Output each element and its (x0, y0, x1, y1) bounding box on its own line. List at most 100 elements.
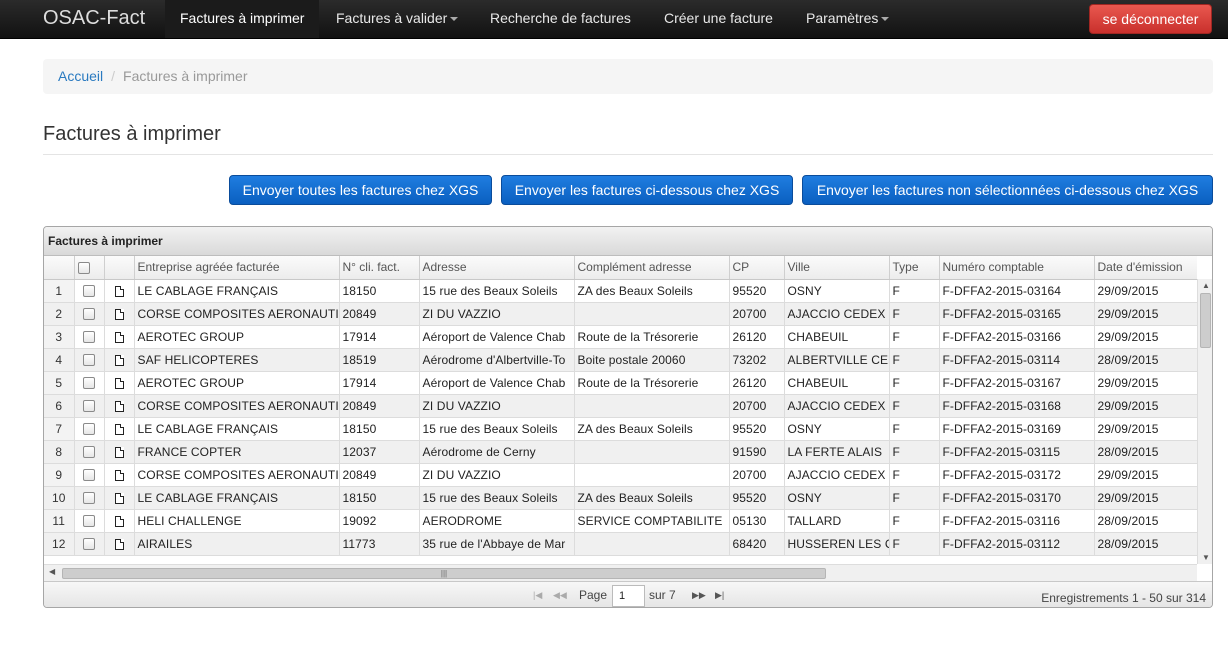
table-row[interactable]: 1 LE CABLAGE FRANÇAIS 18150 15 rue des Beau… (44, 279, 1197, 303)
row-doc-cell (104, 417, 135, 441)
table-row[interactable]: 4 SAF HELICOPTERES 18519 Aérodrome d'Albert… (44, 348, 1197, 372)
row-checkbox[interactable] (83, 308, 95, 321)
nav-creer-une-facture[interactable]: Créer une facture (649, 0, 788, 38)
cell-date: 29/09/2015 (1094, 463, 1197, 487)
document-icon[interactable] (114, 377, 124, 389)
nav-recherche-de-factures[interactable]: Recherche de factures (475, 0, 646, 38)
row-checkbox[interactable] (83, 446, 95, 459)
document-icon[interactable] (114, 492, 124, 504)
logout-button[interactable]: se déconnecter (1089, 4, 1212, 34)
cell-cp: 73202 (729, 348, 785, 372)
table-row[interactable]: 10 LE CABLAGE FRANÇAIS 18150 15 rue des Bea… (44, 486, 1197, 510)
row-checkbox[interactable] (83, 377, 95, 390)
row-checkbox[interactable] (83, 492, 95, 505)
next-page-icon[interactable]: ▶▶ (692, 590, 706, 601)
document-icon[interactable] (114, 331, 124, 343)
table-row[interactable]: 6 CORSE COMPOSITES AERONAUTIQ 20849 ZI DU V… (44, 394, 1197, 418)
cell-numero: F-DFFA2-2015-03114 (939, 348, 1095, 372)
cell-entreprise: LE CABLAGE FRANÇAIS (134, 279, 340, 303)
send-unselected-invoices-button[interactable]: Envoyer les factures non sélectionnées c… (802, 175, 1213, 205)
prev-page-icon[interactable]: ◀◀ (553, 590, 567, 601)
row-number: 2 (44, 302, 75, 326)
header-doc (104, 256, 135, 280)
document-icon[interactable] (114, 515, 124, 527)
column-header[interactable]: Entreprise agréée facturée (134, 256, 340, 280)
invoices-grid: Factures à imprimer Entreprise agréée fa… (43, 226, 1213, 608)
document-icon[interactable] (114, 469, 124, 481)
grid-header-row: Entreprise agréée facturée N° cli. fact.… (44, 256, 1197, 280)
cell-client: 11773 (339, 532, 420, 556)
column-header[interactable]: CP (729, 256, 785, 280)
cell-client: 18519 (339, 348, 420, 372)
column-header[interactable]: Type (889, 256, 940, 280)
scroll-down-icon[interactable]: ▼ (1202, 553, 1210, 562)
column-header[interactable]: Ville (784, 256, 890, 280)
cell-numero: F-DFFA2-2015-03112 (939, 532, 1095, 556)
table-row[interactable]: 11 HELI CHALLENGE 19092 AERODROME SERVICE CO… (44, 509, 1197, 533)
cell-cp: 95520 (729, 279, 785, 303)
send-all-invoices-button[interactable]: Envoyer toutes les factures chez XGS (229, 175, 492, 205)
cell-cp: 20700 (729, 463, 785, 487)
nav-factures-a-imprimer[interactable]: Factures à imprimer (165, 0, 320, 38)
row-doc-cell (104, 325, 135, 349)
cell-date: 29/09/2015 (1094, 417, 1197, 441)
header-rownum (44, 256, 75, 280)
nav-parametres[interactable]: Paramètres (791, 0, 904, 38)
document-icon[interactable] (114, 354, 124, 366)
cell-adresse: 15 rue des Beaux Soleils (419, 486, 575, 510)
row-checkbox[interactable] (83, 538, 95, 551)
scroll-left-icon[interactable]: ◀ (49, 567, 55, 576)
document-icon[interactable] (114, 308, 124, 320)
column-header[interactable]: Complément adresse (574, 256, 730, 280)
table-row[interactable]: 3 AEROTEC GROUP 17914 Aéroport de Valence C… (44, 325, 1197, 349)
vertical-scrollbar[interactable]: ▲ ▼ (1197, 279, 1212, 564)
document-icon[interactable] (114, 423, 124, 435)
document-icon[interactable] (114, 285, 124, 297)
table-row[interactable]: 7 LE CABLAGE FRANÇAIS 18150 15 rue des Beau… (44, 417, 1197, 441)
column-header[interactable]: Date d'émission (1094, 256, 1197, 280)
row-select-cell (74, 279, 105, 303)
row-checkbox[interactable] (83, 515, 95, 528)
cell-adresse: Aéroport de Valence Chab (419, 325, 575, 349)
table-row[interactable]: 8 FRANCE COPTER 12037 Aérodrome de Cerny 915… (44, 440, 1197, 464)
page-label: Page (579, 588, 608, 602)
cell-entreprise: AEROTEC GROUP (134, 371, 340, 395)
row-checkbox[interactable] (83, 400, 95, 413)
nav-factures-a-valider[interactable]: Factures à valider (321, 0, 473, 38)
row-checkbox[interactable] (83, 285, 95, 298)
table-row[interactable]: 5 AEROTEC GROUP 17914 Aéroport de Valence C… (44, 371, 1197, 395)
last-page-icon[interactable]: ▶| (715, 590, 724, 601)
row-checkbox[interactable] (83, 331, 95, 344)
document-icon[interactable] (114, 538, 124, 550)
page-number-input[interactable]: 1 (612, 585, 645, 607)
row-checkbox[interactable] (83, 423, 95, 436)
column-header[interactable]: Numéro comptable (939, 256, 1095, 280)
row-number: 1 (44, 279, 75, 303)
header-select-all (74, 256, 105, 280)
vertical-scroll-thumb[interactable] (1200, 293, 1211, 348)
document-icon[interactable] (114, 446, 124, 458)
brand-logo[interactable]: OSAC-Fact (43, 7, 145, 29)
table-row[interactable]: 12 AIRAILES 11773 35 rue de l'Abbaye de Mar… (44, 532, 1197, 556)
cell-ville: ALBERTVILLE CED (784, 348, 890, 372)
column-header[interactable]: N° cli. fact. (339, 256, 420, 280)
table-row[interactable]: 9 CORSE COMPOSITES AERONAUTIQ 20849 ZI DU V… (44, 463, 1197, 487)
table-row[interactable]: 2 CORSE COMPOSITES AERONAUTIQ 20849 ZI DU V… (44, 302, 1197, 326)
horizontal-scroll-thumb[interactable]: ||| (62, 568, 826, 579)
row-select-cell (74, 440, 105, 464)
send-listed-invoices-button[interactable]: Envoyer les factures ci-dessous chez XGS (501, 175, 793, 205)
breadcrumb-home-link[interactable]: Accueil (58, 68, 103, 84)
nav-parametres-label: Paramètres (806, 10, 879, 26)
grid-caption: Factures à imprimer (44, 227, 1212, 256)
select-all-checkbox[interactable] (77, 262, 90, 275)
cell-numero: F-DFFA2-2015-03172 (939, 463, 1095, 487)
cell-cp: 05130 (729, 509, 785, 533)
row-checkbox[interactable] (83, 469, 95, 482)
cell-date: 28/09/2015 (1094, 440, 1197, 464)
horizontal-scrollbar[interactable]: ◀ ||| (44, 564, 1197, 581)
first-page-icon[interactable]: |◀ (533, 590, 542, 601)
document-icon[interactable] (114, 400, 124, 412)
row-checkbox[interactable] (83, 354, 95, 367)
scroll-up-icon[interactable]: ▲ (1202, 281, 1210, 290)
column-header[interactable]: Adresse (419, 256, 575, 280)
